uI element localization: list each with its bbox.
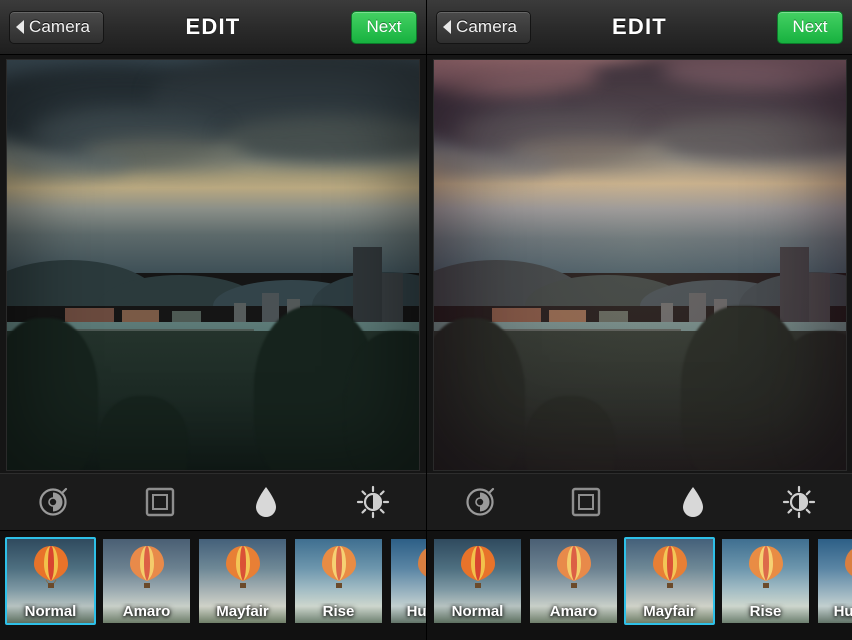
photo-tree — [7, 318, 98, 470]
photo-city — [434, 246, 846, 323]
filter-item-rise[interactable]: Rise — [293, 537, 384, 625]
filter-label: Rise — [749, 603, 782, 620]
lux-icon[interactable] — [457, 479, 503, 525]
photo-area-right — [427, 55, 852, 473]
screen-right: Camera EDIT Next Normal Amaro Mayfair Ri… — [426, 0, 852, 640]
next-button-right[interactable]: Next — [777, 10, 843, 44]
photo-tree — [434, 318, 525, 470]
balloon-icon — [225, 546, 260, 588]
balloon-icon — [129, 546, 164, 588]
balloon-icon — [748, 546, 783, 588]
balloon-icon — [417, 548, 426, 577]
filter-label: Normal — [451, 603, 504, 620]
photo-clouds — [434, 60, 846, 257]
balloon-icon — [652, 546, 687, 588]
nav-bar-right: Camera EDIT Next — [427, 0, 852, 55]
back-button-camera-right[interactable]: Camera — [436, 10, 532, 44]
balloon-icon — [844, 548, 852, 577]
tool-bar-right — [427, 473, 852, 531]
filter-label: Normal — [24, 603, 77, 620]
brightness-icon[interactable] — [350, 479, 396, 525]
nav-bar-left: Camera EDIT Next — [0, 0, 426, 55]
photo-city — [7, 246, 419, 323]
filter-item-rise[interactable]: Rise — [720, 537, 811, 625]
filter-label: Rise — [322, 603, 355, 620]
photo-tree — [97, 396, 189, 470]
filter-item-hudson[interactable]: Hudson — [816, 537, 852, 625]
filter-item-normal[interactable]: Normal — [5, 537, 96, 625]
brightness-icon[interactable] — [776, 479, 822, 525]
balloon-icon — [556, 546, 591, 588]
filter-item-amaro[interactable]: Amaro — [101, 537, 192, 625]
filter-strip-right[interactable]: Normal Amaro Mayfair Rise H — [427, 531, 852, 640]
filter-label: Hudson — [406, 603, 426, 620]
back-button-label: Camera — [456, 17, 518, 36]
dual-screenshot-container: Camera EDIT Next Normal Amaro Mayfair Ri… — [0, 0, 852, 640]
frame-icon[interactable] — [563, 479, 609, 525]
blur-drop-icon[interactable] — [670, 479, 716, 525]
screen-left: Camera EDIT Next Normal Amaro Mayfair Ri… — [0, 0, 426, 640]
frame-icon[interactable] — [137, 479, 183, 525]
back-arrow-icon — [443, 20, 451, 34]
balloon-icon — [321, 546, 356, 588]
filter-label: Mayfair — [643, 603, 696, 620]
photo-tree — [524, 396, 616, 470]
photo-preview-left[interactable] — [6, 59, 420, 471]
filter-item-amaro[interactable]: Amaro — [528, 537, 619, 625]
filter-label: Hudson — [833, 603, 852, 620]
next-button-left[interactable]: Next — [351, 10, 417, 44]
tool-bar-left — [0, 473, 426, 531]
photo-area-left — [0, 55, 426, 473]
back-arrow-icon — [16, 20, 24, 34]
filter-item-normal[interactable]: Normal — [432, 537, 523, 625]
filter-label: Amaro — [122, 603, 171, 620]
filter-item-hudson[interactable]: Hudson — [389, 537, 426, 625]
back-button-camera-left[interactable]: Camera — [9, 10, 105, 44]
filter-item-mayfair[interactable]: Mayfair — [197, 537, 288, 625]
balloon-icon — [33, 546, 68, 588]
balloon-icon — [460, 546, 495, 588]
filter-strip-left[interactable]: Normal Amaro Mayfair Rise Hu — [0, 531, 426, 640]
back-button-label: Camera — [29, 17, 91, 36]
filter-label: Mayfair — [216, 603, 269, 620]
photo-clouds — [7, 60, 419, 257]
lux-icon[interactable] — [30, 479, 76, 525]
blur-drop-icon[interactable] — [243, 479, 289, 525]
photo-preview-right[interactable] — [433, 59, 847, 471]
filter-item-mayfair[interactable]: Mayfair — [624, 537, 715, 625]
filter-label: Amaro — [549, 603, 598, 620]
